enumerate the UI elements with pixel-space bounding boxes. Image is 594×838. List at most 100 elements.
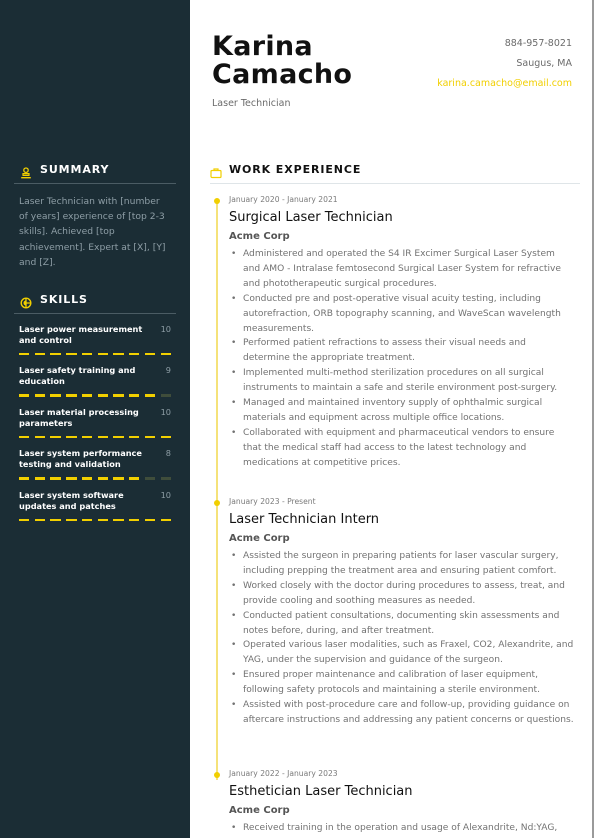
job-bullet: Conducted pre and post-operative visual …	[229, 292, 574, 337]
job-bullet: Implemented multi-method sterilization p…	[229, 366, 574, 396]
briefcase-icon	[210, 164, 222, 178]
skill-item: Laser system performance testing and val…	[14, 448, 176, 480]
compass-icon	[20, 294, 32, 309]
skill-segment-filled	[34, 477, 46, 480]
skill-item: Laser safety training and education 9	[14, 365, 176, 397]
main-content: Karina Camacho Laser Technician 884-957-…	[190, 0, 594, 838]
skill-item: Laser system software updates and patche…	[14, 490, 176, 521]
skill-segment-filled	[129, 435, 140, 439]
skill-segment-filled	[97, 518, 109, 521]
job-dates: January 2020 - January 2021	[229, 195, 338, 204]
job-bullet: Managed and maintained inventory supply …	[229, 396, 574, 426]
skills-heading-label: SKILLS	[40, 293, 88, 306]
skill-level-bar	[19, 477, 171, 480]
skill-segment-filled	[144, 353, 156, 356]
job-company: Acme Corp	[229, 533, 290, 544]
job-bullet: Conducted patient consultations, documen…	[229, 609, 574, 639]
user-icon	[20, 164, 32, 178]
skill-segment-empty	[160, 394, 171, 397]
skill-segment-filled	[129, 353, 140, 356]
job-dates: January 2023 - Present	[229, 497, 316, 506]
resume-page: SUMMARY Laser Technician with [number of…	[0, 0, 594, 838]
job-bullet: Assisted the surgeon in preparing patien…	[229, 549, 574, 579]
skill-segment-filled	[160, 353, 171, 356]
skill-name: Laser system software updates and patche…	[19, 489, 124, 511]
skill-segment-filled	[97, 394, 109, 397]
skill-segment-filled	[81, 477, 93, 480]
first-name: Karina	[212, 31, 313, 62]
skill-segment-filled	[81, 394, 93, 397]
skill-name: Laser system performance testing and val…	[19, 448, 142, 470]
skill-name: Laser power measurement and control	[19, 324, 143, 345]
job-bullet: Performed patient refractions to assess …	[229, 336, 574, 366]
skills-list: Laser power measurement and control 10 Las…	[14, 324, 176, 521]
job-entry: January 2020 - January 2021 Surgical Las…	[214, 195, 574, 471]
skill-name: Laser material processing parameters	[19, 406, 139, 428]
skill-segment-filled	[19, 518, 30, 521]
skill-segment-filled	[113, 353, 124, 356]
email-link[interactable]: karina.camacho@email.com	[437, 77, 572, 97]
skill-segment-filled	[113, 518, 124, 521]
skill-segment-filled	[113, 435, 124, 439]
summary-heading: SUMMARY	[14, 163, 176, 184]
skill-segment-filled	[81, 353, 93, 356]
skill-segment-filled	[34, 353, 46, 356]
skill-segment-filled	[19, 394, 30, 397]
timeline-dot	[214, 500, 220, 506]
skill-row: Laser safety training and education 9	[19, 365, 171, 387]
work-experience-heading: WORK EXPERIENCE	[210, 163, 580, 184]
skill-segment-filled	[50, 477, 61, 480]
skill-segment-filled	[113, 394, 124, 397]
job-bullet: Ensured proper maintenance and calibrati…	[229, 668, 574, 698]
skill-name: Laser safety training and education	[19, 365, 136, 387]
skill-segment-filled	[144, 435, 156, 439]
sidebar: SUMMARY Laser Technician with [number of…	[0, 0, 190, 838]
location: Saugus, MA	[516, 58, 572, 69]
job-entry: January 2022 - January 2023 Esthetician …	[214, 769, 574, 836]
summary-heading-label: SUMMARY	[40, 163, 110, 176]
skill-segment-filled	[66, 477, 77, 480]
job-company: Acme Corp	[229, 805, 290, 816]
skill-row: Laser system performance testing and val…	[19, 448, 171, 470]
skill-segment-filled	[19, 435, 30, 439]
job-company: Acme Corp	[229, 231, 290, 242]
job-title: Laser Technician Intern	[229, 512, 380, 527]
skill-segment-filled	[19, 353, 30, 356]
skill-segment-filled	[160, 435, 171, 439]
skill-level-bar	[19, 394, 171, 397]
skill-segment-filled	[66, 353, 77, 356]
skill-row: Laser power measurement and control 10	[19, 324, 171, 346]
skill-segment-filled	[50, 353, 61, 356]
skill-segment-filled	[34, 518, 46, 521]
skill-segment-filled	[19, 477, 30, 480]
skill-score: 10	[160, 324, 171, 334]
job-bullets: Administered and operated the S4 IR Exci…	[229, 247, 574, 471]
summary-section: SUMMARY Laser Technician with [number of…	[14, 163, 176, 270]
job-bullet: Assisted with post-procedure care and fo…	[229, 698, 574, 728]
skill-level-bar	[19, 435, 171, 439]
skill-level-bar	[19, 353, 171, 356]
skill-segment-filled	[113, 477, 124, 480]
skill-segment-filled	[66, 435, 77, 439]
skill-segment-filled	[97, 353, 109, 356]
job-bullet: Worked closely with the doctor during pr…	[229, 579, 574, 609]
skill-segment-filled	[50, 435, 61, 439]
skill-segment-filled	[66, 518, 77, 521]
job-title: Surgical Laser Technician	[229, 210, 393, 225]
skill-segment-filled	[34, 394, 46, 397]
summary-text: Laser Technician with [number of years] …	[19, 196, 166, 268]
skill-segment-filled	[34, 435, 46, 439]
candidate-name: Karina Camacho	[212, 33, 352, 89]
timeline-dot	[214, 198, 220, 204]
job-bullet: Operated various laser modalities, such …	[229, 638, 574, 668]
skill-segment-filled	[129, 518, 140, 521]
skill-segment-filled	[129, 477, 140, 480]
skill-score: 9	[165, 365, 171, 376]
skill-segment-filled	[50, 518, 61, 521]
job-entry: January 2023 - Present Laser Technician …	[214, 497, 574, 728]
skill-segment-empty	[144, 477, 156, 480]
contact-info: 884-957-8021 Saugus, MA karina.camacho@e…	[437, 37, 572, 97]
skill-score: 10	[160, 489, 171, 500]
skill-segment-empty	[160, 477, 171, 480]
skill-level-bar	[19, 518, 171, 521]
